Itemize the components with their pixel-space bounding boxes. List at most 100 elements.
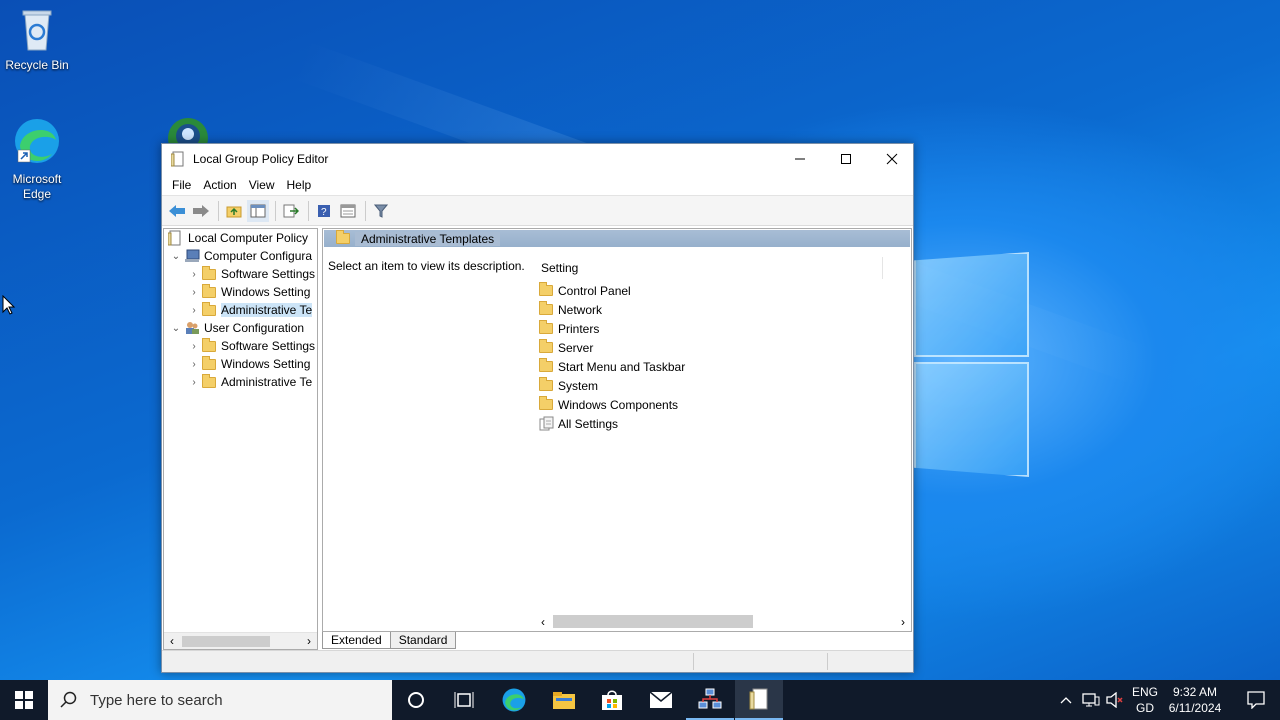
language-code: ENG <box>1131 685 1158 699</box>
scroll-left-icon[interactable]: ‹ <box>535 615 551 629</box>
tree-item-user-windows-settings[interactable]: › Windows Setting <box>186 355 310 373</box>
menu-help[interactable]: Help <box>281 178 318 192</box>
column-header-label: Setting <box>541 261 579 275</box>
details-header-title: Administrative Templates <box>355 231 501 246</box>
filter-button[interactable] <box>370 200 392 222</box>
chevron-right-icon[interactable]: › <box>186 265 202 283</box>
chevron-right-icon[interactable]: › <box>186 283 202 301</box>
list-item[interactable]: Windows Components <box>539 395 678 414</box>
desktop-icon-edge[interactable]: Microsoft Edge <box>0 116 74 202</box>
tab-extended[interactable]: Extended <box>322 632 391 649</box>
scroll-left-icon[interactable]: ‹ <box>164 634 180 648</box>
column-header-setting[interactable]: Setting <box>535 257 883 279</box>
tree-item-computer-configuration[interactable]: ⌄ Computer Configura <box>168 247 312 265</box>
list-item[interactable]: Network <box>539 300 602 319</box>
tree-item-user-software-settings[interactable]: › Software Settings <box>186 337 315 355</box>
up-one-level-button[interactable] <box>223 200 245 222</box>
tree-item-user-configuration[interactable]: ⌄ User Configuration <box>168 319 304 337</box>
tree-item-label: Windows Setting <box>221 285 311 299</box>
policy-document-icon <box>171 151 184 167</box>
menu-view[interactable]: View <box>243 178 281 192</box>
clock-date: 6/11/2024 <box>1168 701 1222 715</box>
show-hide-tree-button[interactable] <box>247 199 269 222</box>
details-horizontal-scrollbar[interactable]: ‹ › <box>535 613 911 630</box>
scroll-right-icon[interactable]: › <box>895 615 911 629</box>
window-title: Local Group Policy Editor <box>193 152 329 166</box>
scroll-right-icon[interactable]: › <box>301 634 317 648</box>
status-bar <box>162 650 913 672</box>
task-view-button[interactable] <box>440 680 488 720</box>
cortana-button[interactable] <box>392 680 440 720</box>
scrollbar-thumb[interactable] <box>182 635 270 647</box>
back-arrow-icon <box>169 204 185 217</box>
network-app-button[interactable] <box>686 680 734 720</box>
properties-view-icon <box>340 204 356 217</box>
help-button[interactable]: ? <box>313 200 335 222</box>
chevron-right-icon[interactable]: › <box>186 355 202 373</box>
tree-item-administrative-templates[interactable]: › Administrative Te <box>186 301 313 319</box>
tree-item-windows-settings[interactable]: › Windows Setting <box>186 283 310 301</box>
desktop-icon-recycle-bin[interactable]: Recycle Bin <box>0 8 74 73</box>
export-list-button[interactable] <box>280 200 302 222</box>
menu-action[interactable]: Action <box>197 178 242 192</box>
list-item[interactable]: Control Panel <box>539 281 631 300</box>
tree-item-label: Software Settings <box>221 267 316 281</box>
start-button[interactable] <box>0 680 48 720</box>
chevron-right-icon[interactable]: › <box>186 337 202 355</box>
taskbar-edge-button[interactable] <box>490 680 538 720</box>
network-tray-button[interactable] <box>1080 680 1102 720</box>
folder-icon <box>539 301 553 315</box>
tree-item-local-computer-policy[interactable]: Local Computer Policy <box>168 229 308 247</box>
volume-muted-icon <box>1106 692 1123 708</box>
filter-icon <box>374 204 388 218</box>
chevron-up-icon <box>1060 697 1072 704</box>
show-hidden-icons-button[interactable] <box>1056 680 1076 720</box>
toolbar-separator <box>308 200 309 221</box>
partial-desktop-icon[interactable] <box>166 116 210 146</box>
chevron-down-icon[interactable]: ⌄ <box>168 319 184 337</box>
tree-item-software-settings[interactable]: › Software Settings <box>186 265 315 283</box>
tree-horizontal-scrollbar[interactable]: ‹ › <box>164 632 317 649</box>
tree-item-user-administrative-templates[interactable]: › Administrative Te <box>186 373 312 391</box>
list-item-label: Windows Components <box>558 397 679 412</box>
close-button[interactable] <box>869 144 915 174</box>
list-item[interactable]: Start Menu and Taskbar <box>539 357 685 376</box>
file-explorer-button[interactable] <box>540 680 588 720</box>
scrollbar-thumb[interactable] <box>553 615 753 628</box>
group-policy-taskbar-button[interactable] <box>735 680 783 720</box>
menu-file[interactable]: File <box>166 178 197 192</box>
store-button[interactable] <box>588 680 636 720</box>
forward-arrow-icon <box>193 204 209 217</box>
help-icon: ? <box>318 204 330 218</box>
clock[interactable]: 9:32 AM 6/11/2024 <box>1162 684 1228 716</box>
taskbar-search-box[interactable]: Type here to search <box>48 680 392 720</box>
mouse-cursor-icon <box>2 295 16 315</box>
policy-document-icon <box>168 230 181 246</box>
chevron-right-icon[interactable]: › <box>186 301 202 319</box>
network-app-icon <box>698 688 722 709</box>
input-language-indicator[interactable]: ENG GD <box>1128 684 1162 716</box>
list-item[interactable]: All Settings <box>539 414 618 433</box>
search-placeholder: Type here to search <box>90 691 223 709</box>
view-tabs: Extended Standard <box>322 632 457 650</box>
action-center-button[interactable] <box>1232 680 1280 720</box>
back-button[interactable] <box>166 200 188 222</box>
maximize-button[interactable] <box>823 144 869 174</box>
tree-item-label: User Configuration <box>204 321 305 335</box>
title-bar[interactable]: Local Group Policy Editor <box>162 144 913 174</box>
folder-icon <box>539 339 553 353</box>
list-item-label: Server <box>558 340 594 355</box>
tab-standard[interactable]: Standard <box>389 632 457 649</box>
list-item[interactable]: System <box>539 376 598 395</box>
properties-view-button[interactable] <box>337 200 359 222</box>
chevron-right-icon[interactable]: › <box>186 373 202 391</box>
folder-icon <box>202 283 216 298</box>
minimize-button[interactable] <box>777 144 823 174</box>
volume-tray-button[interactable] <box>1104 680 1126 720</box>
chevron-down-icon[interactable]: ⌄ <box>168 247 184 265</box>
cortana-icon <box>408 692 424 708</box>
list-item[interactable]: Server <box>539 338 593 357</box>
forward-button[interactable] <box>190 200 212 222</box>
mail-button[interactable] <box>637 680 685 720</box>
list-item[interactable]: Printers <box>539 319 599 338</box>
